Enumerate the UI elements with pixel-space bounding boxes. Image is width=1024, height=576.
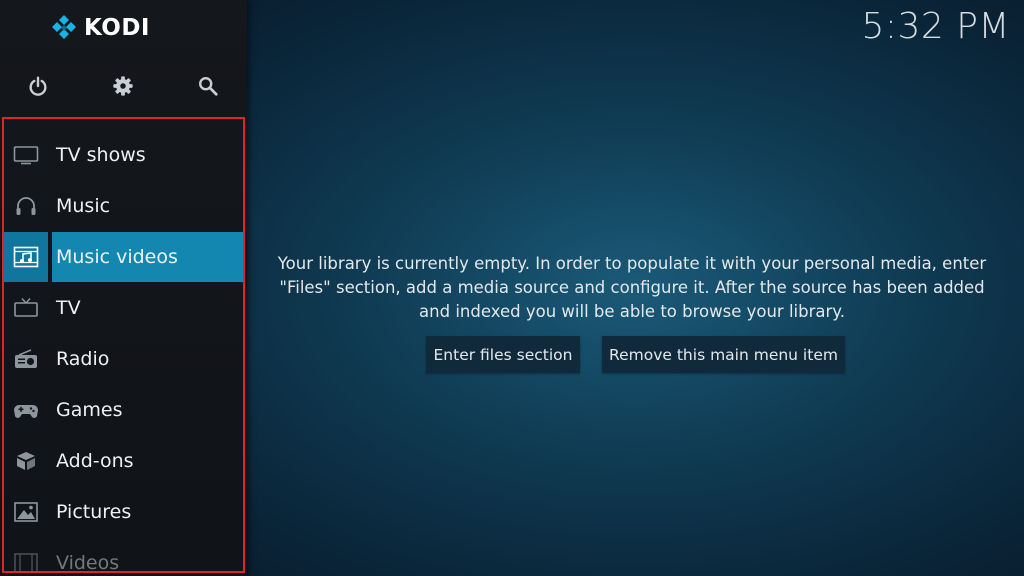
tv-icon	[4, 283, 48, 333]
power-icon	[29, 76, 47, 96]
menu-item-label: Games	[56, 399, 123, 421]
menu-item-pictures[interactable]: Pictures	[4, 487, 243, 537]
search-button[interactable]	[192, 70, 224, 102]
message-line: "Files" section, add a media source and …	[279, 278, 985, 297]
empty-library-message: Your library is currently empty. In orde…	[262, 252, 1002, 324]
addons-box-icon	[4, 436, 48, 486]
menu-item-label: Music	[56, 195, 111, 217]
gear-icon	[113, 76, 133, 96]
menu-item-tv[interactable]: TV	[4, 283, 243, 333]
enter-files-section-button[interactable]: Enter files section	[426, 336, 580, 373]
menu-item-games[interactable]: Games	[4, 385, 243, 435]
message-line: Your library is currently empty. In orde…	[277, 254, 987, 273]
menu-item-label: Radio	[56, 348, 110, 370]
tv-shows-icon	[4, 130, 48, 180]
app-name: KODI	[84, 15, 150, 41]
menu-item-label: Add-ons	[56, 450, 134, 472]
kodi-logo-icon	[52, 15, 76, 39]
radio-icon	[4, 334, 48, 384]
headphones-icon	[4, 181, 48, 231]
pictures-icon	[4, 487, 48, 537]
settings-button[interactable]	[107, 70, 139, 102]
sidebar: KODI TV shows Music Music videos TV Radi…	[0, 0, 247, 576]
menu-item-label: TV shows	[56, 144, 146, 166]
music-video-icon	[4, 232, 48, 282]
remove-menu-item-button[interactable]: Remove this main menu item	[602, 336, 845, 373]
menu-item-label: Pictures	[56, 501, 132, 523]
menu-item-music-videos[interactable]: Music videos	[4, 232, 243, 282]
menu-item-label: TV	[56, 297, 81, 319]
power-button[interactable]	[22, 70, 54, 102]
main-menu: TV shows Music Music videos TV Radio Gam…	[2, 117, 245, 573]
menu-item-label: Music videos	[56, 246, 178, 268]
top-icon-bar	[0, 70, 247, 102]
menu-item-radio[interactable]: Radio	[4, 334, 243, 384]
menu-item-label: Videos	[56, 552, 120, 573]
menu-item-addons[interactable]: Add-ons	[4, 436, 243, 486]
clock: 5:32 PM	[861, 6, 1010, 47]
search-icon	[199, 77, 218, 96]
menu-item-tv-shows[interactable]: TV shows	[4, 130, 243, 180]
menu-item-videos[interactable]: Videos	[4, 538, 243, 573]
gamepad-icon	[4, 385, 48, 435]
menu-item-music[interactable]: Music	[4, 181, 243, 231]
kodi-logo: KODI	[50, 14, 150, 42]
film-icon	[4, 538, 48, 571]
message-line: and indexed you will be able to browse y…	[419, 302, 845, 321]
